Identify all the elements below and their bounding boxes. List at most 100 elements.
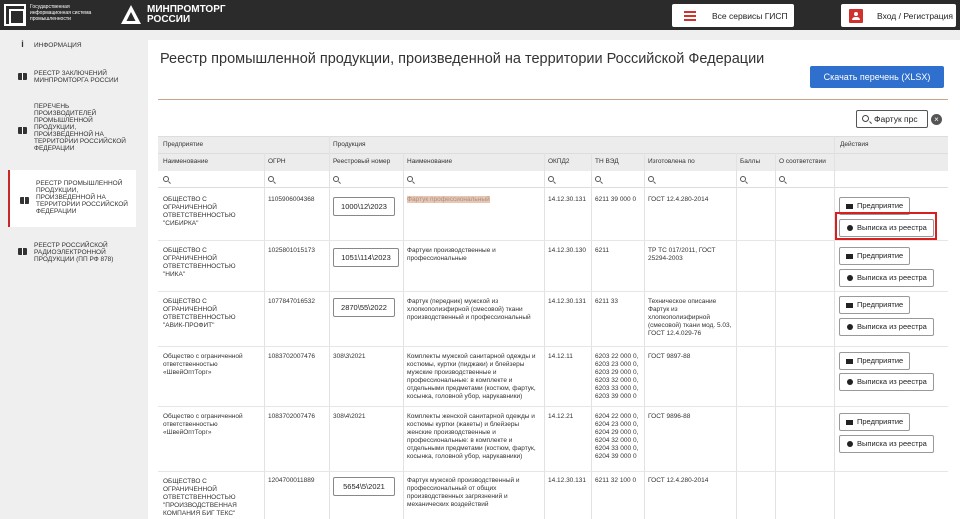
filter-search-icon[interactable] — [407, 176, 413, 182]
table-row: ОБЩЕСТВО С ОГРАНИЧЕННОЙ ОТВЕТСТВЕННОСТЬЮ… — [158, 241, 948, 292]
sidebar-item-info[interactable]: i Информация — [8, 32, 136, 56]
registry-extract-button[interactable]: Выписка из реестра — [839, 318, 934, 336]
table-row: Общество с ограниченной ответственностью… — [158, 347, 948, 407]
made-by: ГОСТ 12.4.280-2014 — [648, 477, 709, 484]
sidebar-item-producers[interactable]: Перечень производителей промышленной про… — [8, 98, 136, 162]
filter-search-icon[interactable] — [779, 176, 785, 182]
all-services-label: Все сервисы ГИСП — [712, 10, 788, 21]
col-header-made-by[interactable]: Изготовлена по — [648, 158, 695, 165]
enterprise-button[interactable]: Предприятие — [839, 296, 910, 314]
sidebar-item-products-registry[interactable]: Реестр промышленной продукции, произведе… — [8, 170, 136, 227]
ogrn: 1083702007476 — [268, 353, 315, 360]
highlight-frame — [835, 212, 937, 240]
sidebar-item-label: Реестр российской радиоэлектронной проду… — [34, 242, 114, 263]
okpd2: 14.12.11 — [548, 353, 573, 360]
company-name: ОБЩЕСТВО С ОГРАНИЧЕННОЙ ОТВЕТСТВЕННОСТЬЮ… — [163, 247, 236, 278]
filter-search-icon[interactable] — [268, 176, 274, 182]
login-button[interactable]: Вход / Регистрация — [841, 4, 956, 27]
sidebar-item-radioelectronics[interactable]: Реестр российской радиоэлектронной проду… — [8, 235, 136, 269]
okpd2: 14.12.30.130 — [548, 247, 586, 254]
sidebar-item-conclusions[interactable]: Реестр заключений Минпромторга России — [8, 62, 136, 88]
reg-number[interactable]: 1051\114\2023 — [333, 248, 399, 267]
search-input[interactable] — [874, 113, 926, 125]
user-icon — [849, 8, 863, 23]
book-icon — [20, 197, 29, 204]
search-icon — [862, 115, 869, 122]
tnved: 6211 39 000 0 — [595, 196, 637, 203]
tnved: 6211 33 — [595, 298, 619, 305]
made-by: Техническое описание Фартук из хлопкопол… — [648, 298, 732, 337]
table-filter-row — [158, 171, 948, 188]
col-header-points[interactable]: Баллы — [740, 158, 760, 165]
ogrn: 1025801015173 — [268, 247, 315, 254]
all-services-button[interactable]: Все сервисы ГИСП — [672, 4, 794, 27]
table-row: Общество с ограниченной ответственностью… — [158, 407, 948, 472]
ogrn: 1105906004368 — [268, 196, 315, 203]
menu-icon — [684, 10, 696, 21]
reg-number: 308\4\2021 — [333, 413, 366, 420]
made-by: ГОСТ 9896-88 — [648, 413, 691, 420]
clear-search-icon[interactable]: × — [931, 114, 942, 125]
factory-icon — [846, 254, 853, 259]
product-name: Фартук (передник) мужской из хлопкополиэ… — [407, 298, 531, 321]
factory-icon — [846, 204, 853, 209]
filter-search-icon[interactable] — [648, 176, 654, 182]
reg-number: 308\3\2021 — [333, 353, 366, 360]
enterprise-button[interactable]: Предприятие — [839, 352, 910, 370]
enterprise-button[interactable]: Предприятие — [839, 247, 910, 265]
sidebar-item-label: Реестр промышленной продукции, произведе… — [36, 180, 128, 215]
company-name: Общество с ограниченной ответственностью… — [163, 353, 243, 376]
group-header-product: Продукция — [333, 141, 366, 148]
factory-icon — [846, 303, 853, 308]
sidebar-item-label: Реестр заключений Минпромторга России — [34, 70, 119, 84]
col-header-name[interactable]: Наименование — [163, 158, 208, 165]
ministry-logo-text[interactable]: МИНПРОМТОРГ РОССИИ — [147, 5, 237, 25]
table-row: ОБЩЕСТВО С ОГРАНИЧЕННОЙ ОТВЕТСТВЕННОСТЬЮ… — [158, 189, 948, 241]
download-xlsx-button[interactable]: Скачать перечень (XLSX) — [810, 66, 944, 88]
made-by: ГОСТ 9897-88 — [648, 353, 691, 360]
reg-number[interactable]: 5654\5\2021 — [333, 477, 395, 496]
enterprise-button[interactable]: Предприятие — [839, 413, 910, 431]
table-group-header: Предприятие Продукция Действия — [158, 136, 948, 153]
main-panel: Реестр промышленной продукции, произведе… — [148, 40, 960, 519]
made-by: ГОСТ 12.4.280-2014 — [648, 196, 709, 203]
tnved: 6211 32 100 0 — [595, 477, 637, 484]
col-header-ogrn[interactable]: ОГРН — [268, 158, 286, 165]
filter-search-icon[interactable] — [595, 176, 601, 182]
login-label: Вход / Регистрация — [877, 10, 954, 21]
sidebar: i Информация Реестр заключений Минпромто… — [8, 30, 136, 519]
col-header-tnved[interactable]: ТН ВЭД — [595, 158, 619, 165]
sidebar-item-label: Информация — [34, 42, 82, 49]
gisp-logo-icon[interactable] — [4, 4, 26, 26]
registry-extract-button[interactable]: Выписка из реестра — [839, 435, 934, 453]
okpd2: 14.12.30.131 — [548, 298, 586, 305]
circle-icon — [847, 379, 853, 385]
col-header-okpd2[interactable]: ОКПД2 — [548, 158, 570, 165]
col-header-product-name[interactable]: Наименование — [407, 158, 452, 165]
filter-search-icon[interactable] — [333, 176, 339, 182]
filter-search-icon[interactable] — [163, 176, 169, 182]
tnved: 6203 22 000 0, 6203 23 000 0, 6203 29 00… — [595, 353, 639, 400]
col-header-reg-number[interactable]: Реестровый номер — [333, 158, 390, 165]
registry-extract-button[interactable]: Выписка из реестра — [839, 373, 934, 391]
company-name: Общество с ограниченной ответственностью… — [163, 413, 243, 436]
okpd2: 14.12.30.131 — [548, 477, 586, 484]
okpd2: 14.12.30.131 — [548, 196, 586, 203]
filter-search-icon[interactable] — [740, 176, 746, 182]
table-row: ОБЩЕСТВО С ОГРАНИЧЕННОЙ ОТВЕТСТВЕННОСТЬЮ… — [158, 292, 948, 347]
search-box[interactable] — [856, 110, 928, 128]
tnved: 6204 22 000 0, 6204 23 000 0, 6204 29 00… — [595, 413, 639, 460]
col-header-conformity[interactable]: О соответствии — [779, 158, 826, 165]
filter-search-icon[interactable] — [548, 176, 554, 182]
reg-number[interactable]: 2870\55\2022 — [333, 298, 395, 317]
registry-extract-button[interactable]: Выписка из реестра — [839, 269, 934, 287]
product-name: Фартук профессиональный — [407, 196, 539, 204]
product-name: Комплекты женской санитарной одежды и ко… — [407, 413, 536, 460]
divider — [158, 99, 948, 100]
ogrn: 1083702007476 — [268, 413, 315, 420]
gisp-logo-text[interactable]: Государственная информационная система п… — [30, 4, 110, 22]
table-column-header: Наименование ОГРН Реестровый номер Наиме… — [158, 153, 948, 171]
ministry-logo-icon[interactable] — [121, 5, 141, 24]
reg-number[interactable]: 1000\12\2023 — [333, 197, 395, 216]
book-icon — [18, 127, 27, 134]
